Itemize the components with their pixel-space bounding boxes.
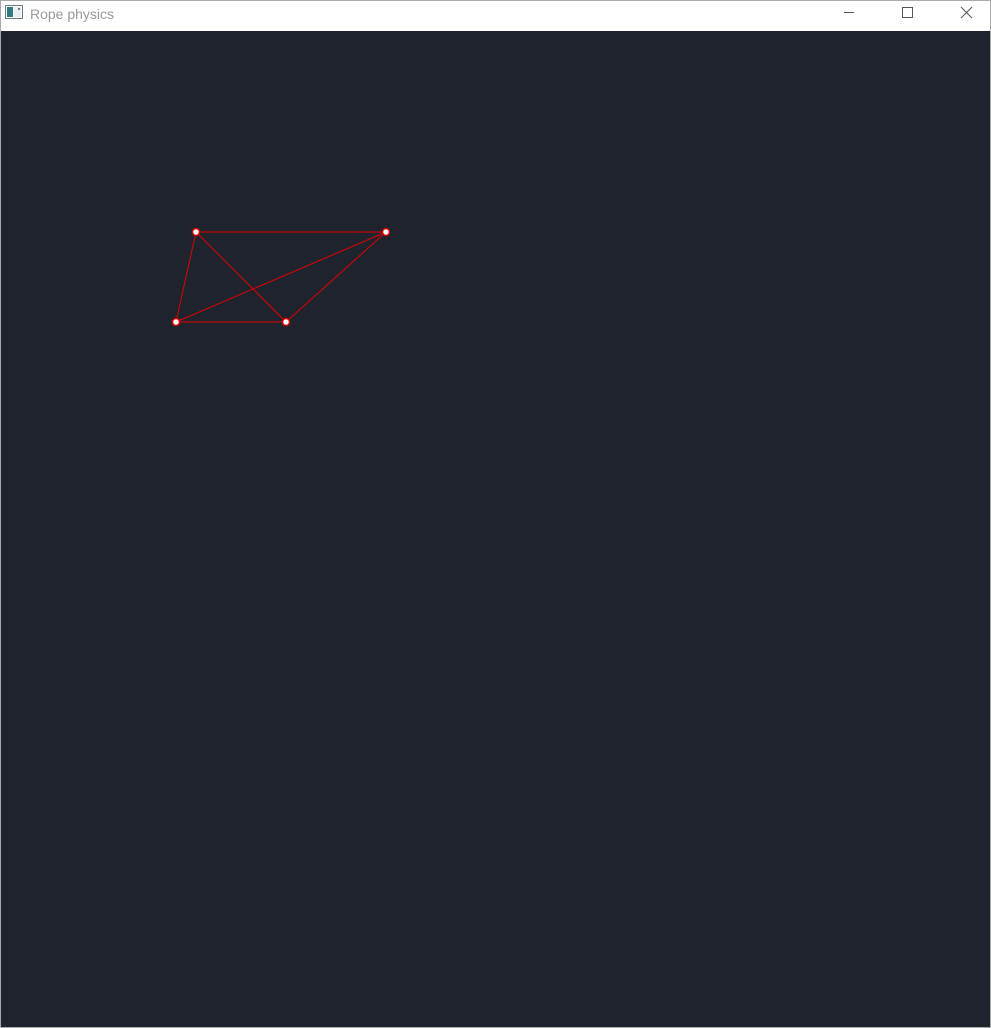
- rope-point[interactable]: [191, 227, 201, 237]
- app-window: Rope physics: [0, 0, 991, 1028]
- rope-stick: [175, 231, 387, 323]
- close-button[interactable]: [943, 1, 989, 31]
- maximize-button[interactable]: [884, 1, 930, 31]
- close-icon: [960, 6, 973, 19]
- rope-point[interactable]: [171, 317, 181, 327]
- window-title: Rope physics: [30, 6, 115, 22]
- maximize-icon: [902, 7, 913, 18]
- rope-point[interactable]: [281, 317, 291, 327]
- rope-stick: [175, 231, 197, 323]
- rope-stick: [195, 231, 287, 323]
- minimize-icon: [844, 12, 854, 13]
- rope-stick: [285, 231, 387, 323]
- minimize-button[interactable]: [826, 1, 872, 31]
- simulation-canvas[interactable]: [1, 31, 990, 1027]
- window-app-icon: [5, 5, 23, 21]
- title-bar[interactable]: Rope physics: [1, 1, 990, 31]
- rope-point[interactable]: [381, 227, 391, 237]
- rope-scene: [171, 227, 391, 327]
